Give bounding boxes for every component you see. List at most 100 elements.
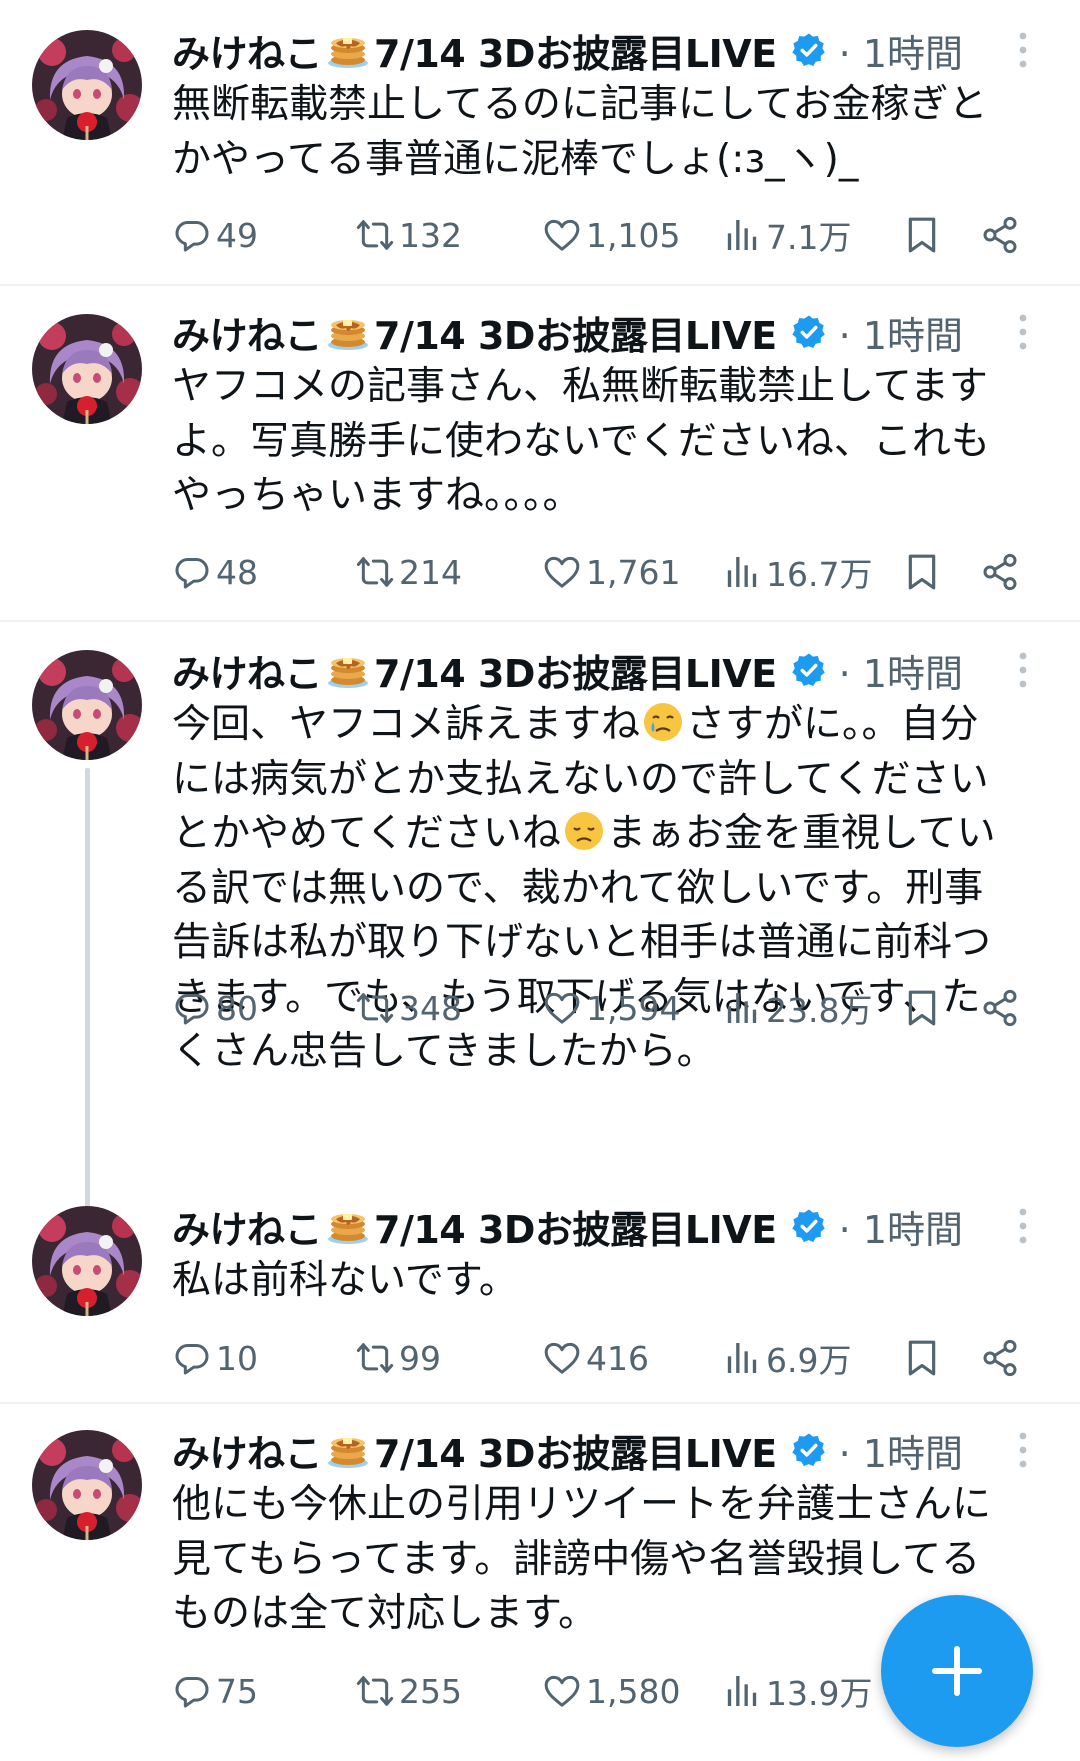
timestamp[interactable]: · 1時間 [839,643,963,698]
views-count: 6.9万 [766,1341,852,1380]
views-button[interactable]: 7.1万 [722,210,851,260]
views-button[interactable]: 13.9万 [722,1666,872,1716]
views-count: 23.8万 [766,991,873,1030]
tweet[interactable]: みけねこ 7/14 3Dお披露目LIVE · 1時間 無断転載禁止してるのに記事… [0,0,1080,258]
retweet-icon [355,215,395,255]
bookmark-button[interactable] [902,547,946,597]
more-icon[interactable] [1010,650,1036,690]
compose-button[interactable] [881,1595,1033,1747]
action-bar: 10 99 416 6.9万 [172,1333,1032,1383]
author-name[interactable]: みけねこ 7/14 3Dお披露目LIVE [172,643,777,698]
views-icon [722,988,762,1028]
bookmark-button[interactable] [902,1333,946,1383]
reply-button[interactable]: 48 [172,547,258,597]
tweet-header: みけねこ 7/14 3Dお披露目LIVE · 1時間 [172,1422,963,1478]
reply-count: 10 [216,1338,258,1378]
pancake-emoji-icon [326,312,370,352]
retweet-count: 214 [399,552,462,592]
reply-count: 80 [216,988,258,1028]
author-name[interactable]: みけねこ 7/14 3Dお披露目LIVE [172,1199,777,1254]
reply-icon [172,1671,212,1711]
more-icon[interactable] [1010,1206,1036,1246]
retweet-icon [355,1671,395,1711]
avatar[interactable] [32,314,142,424]
retweet-button[interactable]: 255 [355,1666,462,1716]
retweet-button[interactable]: 132 [355,210,462,260]
timestamp[interactable]: · 1時間 [839,1199,963,1254]
reply-button[interactable]: 10 [172,1333,258,1383]
more-icon[interactable] [1010,1430,1036,1470]
like-icon [542,1338,582,1378]
reply-button[interactable]: 80 [172,983,258,1033]
like-button[interactable]: 416 [542,1333,649,1383]
timestamp[interactable]: · 1時間 [839,1423,963,1478]
views-button[interactable]: 23.8万 [722,983,872,1033]
tweet[interactable]: みけねこ 7/14 3Dお披露目LIVE · 1時間 ヤフコメの記事さん、私無断… [0,288,1080,618]
retweet-button[interactable]: 99 [355,1333,441,1383]
bookmark-icon [902,1338,942,1378]
pancake-emoji-icon [326,650,370,690]
verified-badge-icon [791,652,827,688]
like-icon [542,215,582,255]
bookmark-button[interactable] [902,210,946,260]
tweet[interactable]: みけねこ 7/14 3Dお披露目LIVE · 1時間 私は前科ないです。 10 … [0,1180,1080,1400]
action-bar: 48 214 1,761 16.7万 [172,547,1032,597]
share-icon [980,215,1020,255]
more-icon[interactable] [1010,30,1036,70]
avatar[interactable] [32,650,142,760]
tweet-text: ヤフコメの記事さん、私無断転載禁止してます よ。写真勝手に使わないでくださいね、… [172,364,990,518]
tweet-text: 私は前科ないです。 [172,1258,518,1303]
reply-button[interactable]: 49 [172,210,258,260]
views-button[interactable]: 16.7万 [722,547,872,597]
author-name[interactable]: みけねこ 7/14 3Dお披露目LIVE [172,23,777,78]
bookmark-icon [902,552,942,592]
like-count: 416 [586,1338,649,1378]
bookmark-icon [902,215,942,255]
bookmark-icon [902,988,942,1028]
retweet-count: 255 [399,1671,462,1711]
tweet[interactable]: みけねこ 7/14 3Dお披露目LIVE · 1時間 今回、ヤフコメ訴えますねさ… [0,622,1080,1220]
avatar[interactable] [32,30,142,140]
author-name[interactable]: みけねこ 7/14 3Dお披露目LIVE [172,1423,777,1478]
action-bar: 49 132 1,105 7.1万 [172,210,1032,260]
like-button[interactable]: 1,105 [542,210,680,260]
share-button[interactable] [980,210,1024,260]
views-icon [722,1338,762,1378]
more-icon[interactable] [1010,312,1036,352]
timestamp[interactable]: · 1時間 [839,23,963,78]
views-icon [722,552,762,592]
retweet-button[interactable]: 214 [355,547,462,597]
views-count: 7.1万 [766,218,852,257]
reply-count: 48 [216,552,258,592]
views-count: 16.7万 [766,555,873,594]
like-button[interactable]: 1,580 [542,1666,680,1716]
share-button[interactable] [980,547,1024,597]
author-name[interactable]: みけねこ 7/14 3Dお披露目LIVE [172,305,777,360]
timestamp[interactable]: · 1時間 [839,305,963,360]
crying-face-emoji-icon [644,703,683,741]
verified-badge-icon [791,1208,827,1244]
like-count: 1,105 [586,215,681,255]
share-icon [980,552,1020,592]
like-count: 1,594 [586,988,681,1028]
bookmark-button[interactable] [902,983,946,1033]
share-button[interactable] [980,1333,1024,1383]
like-button[interactable]: 1,594 [542,983,680,1033]
divider [0,284,1080,286]
like-button[interactable]: 1,761 [542,547,680,597]
retweet-count: 132 [399,215,462,255]
retweet-button[interactable]: 348 [355,983,462,1033]
tweet-header: みけねこ 7/14 3Dお披露目LIVE · 1時間 [172,304,963,360]
share-button[interactable] [980,983,1024,1033]
retweet-icon [355,552,395,592]
retweet-icon [355,1338,395,1378]
verified-badge-icon [791,1432,827,1468]
views-button[interactable]: 6.9万 [722,1333,851,1383]
like-icon [542,988,582,1028]
thread-line [85,768,90,1220]
avatar[interactable] [32,1430,142,1540]
reply-button[interactable]: 75 [172,1666,258,1716]
avatar[interactable] [32,1206,142,1316]
views-icon [722,215,762,255]
reply-icon [172,988,212,1028]
